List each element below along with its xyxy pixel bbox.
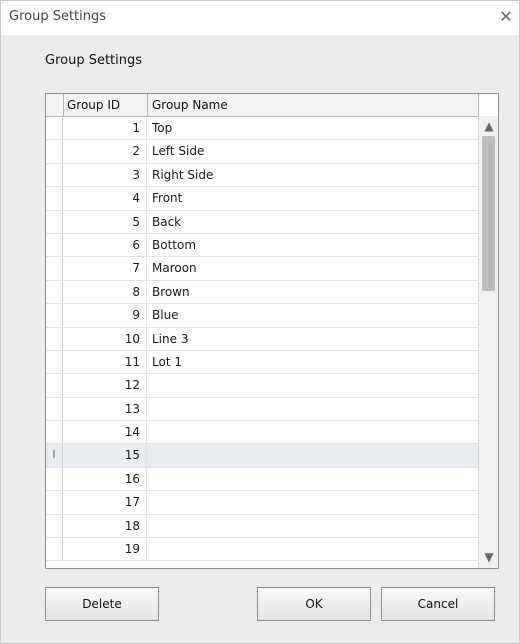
table-row[interactable]: 3 Right Side [46,163,478,188]
grid-rows: 1 Top 2 Left Side 3 Right Side 4 Front 5 Back 6 Bot… [46,117,478,562]
arrow-up-icon[interactable]: ▲ [482,119,496,133]
cell-group-name[interactable] [148,421,478,443]
table-row[interactable]: 7 Maroon [46,257,478,281]
row-header[interactable] [46,163,63,187]
table-row[interactable]: 18 [46,514,478,539]
cell-group-name[interactable] [148,444,478,466]
cell-group-id[interactable]: 4 [63,187,147,210]
row-header[interactable] [46,397,63,421]
cell-group-id[interactable]: 10 [63,327,147,350]
table-row[interactable]: 10 Line 3 [46,327,478,351]
cell-group-id[interactable]: 19 [63,538,147,561]
row-header[interactable] [46,350,63,374]
cell-group-name[interactable] [148,468,478,490]
cell-group-name[interactable]: Maroon [148,257,478,279]
cell-group-name[interactable]: Front [148,187,478,209]
cell-group-id[interactable]: 12 [63,374,147,397]
column-header-group-name[interactable]: Group Name [148,94,478,116]
table-row[interactable]: 14 [46,421,478,445]
row-header[interactable] [46,491,63,514]
section-label: Group Settings [45,53,143,68]
row-header[interactable] [46,514,63,538]
cell-group-id[interactable]: 13 [63,397,147,421]
row-header[interactable] [46,210,63,233]
cell-group-id[interactable]: 7 [63,257,147,280]
table-row[interactable]: 8 Brown [46,280,478,305]
vertical-scrollbar[interactable]: ▲ ▼ [478,116,498,568]
header-separator [478,94,479,116]
table-row[interactable]: I 15 [46,444,478,468]
table-row[interactable]: 5 Back [46,210,478,234]
row-header[interactable]: I [46,444,63,467]
group-grid[interactable]: Group ID Group Name 1 Top 2 Left Side 3 Right… [45,93,499,569]
cell-group-id[interactable]: 11 [63,350,147,374]
ok-button[interactable]: OK [257,587,371,621]
row-header[interactable] [46,140,63,163]
cell-group-id[interactable]: 3 [63,163,147,187]
cell-group-name[interactable] [148,515,478,537]
cell-group-name[interactable]: Top [148,117,478,139]
row-header[interactable] [46,257,63,280]
cell-group-name[interactable] [148,491,478,513]
cell-group-name[interactable]: Left Side [148,140,478,162]
table-row[interactable]: 16 [46,467,478,492]
cell-group-id[interactable]: 14 [63,421,147,444]
column-header-group-id[interactable]: Group ID [63,94,147,116]
scrollbar-thumb[interactable] [482,136,495,291]
row-header[interactable] [46,187,63,210]
cell-group-name[interactable]: Bottom [148,234,478,256]
row-header[interactable] [46,421,63,444]
row-header[interactable] [46,117,63,140]
cell-group-name[interactable]: Right Side [148,164,478,186]
cell-group-name[interactable]: Brown [148,281,478,303]
row-header[interactable] [46,304,63,327]
close-icon[interactable]: ✕ [495,6,517,28]
grid-header: Group ID Group Name [46,94,480,117]
table-row[interactable]: 19 [46,538,478,562]
table-row[interactable]: 12 [46,374,478,398]
row-header[interactable] [46,233,63,257]
delete-button[interactable]: Delete [45,587,159,621]
cell-group-name[interactable]: Blue [148,304,478,326]
cell-group-id[interactable]: 5 [63,210,147,233]
cell-group-name[interactable]: Line 3 [148,328,478,350]
table-row[interactable]: 9 Blue [46,304,478,328]
cell-group-name[interactable] [148,398,478,420]
row-header[interactable] [46,374,63,397]
cell-group-id[interactable]: 17 [63,491,147,514]
table-row[interactable]: 4 Front [46,187,478,211]
cell-group-id[interactable]: 1 [63,117,147,140]
cell-group-id[interactable]: 9 [63,304,147,327]
row-header[interactable] [46,538,63,561]
arrow-down-icon[interactable]: ▼ [482,550,496,564]
table-row[interactable]: 1 Top [46,117,478,141]
row-header[interactable] [46,467,63,491]
window-title: Group Settings [9,9,107,24]
table-row[interactable]: 6 Bottom [46,233,478,258]
cell-group-name[interactable]: Lot 1 [148,351,478,373]
cell-group-id[interactable]: 8 [63,280,147,304]
cell-group-name[interactable] [148,538,478,560]
cell-group-id[interactable]: 16 [63,467,147,491]
table-row[interactable]: 13 [46,397,478,422]
table-row[interactable]: 11 Lot 1 [46,350,478,375]
title-bar: Group Settings ✕ [1,1,519,35]
cell-group-id[interactable]: 15 [63,444,147,467]
cell-group-id[interactable]: 6 [63,233,147,257]
row-header[interactable] [46,280,63,304]
cell-group-name[interactable]: Back [148,211,478,233]
table-row[interactable]: 2 Left Side [46,140,478,164]
cell-group-id[interactable]: 18 [63,514,147,538]
cancel-button[interactable]: Cancel [381,587,495,621]
group-settings-dialog: Group Settings ✕ Group Settings Group ID… [0,0,520,644]
table-row[interactable]: 17 [46,491,478,515]
cell-group-name[interactable] [148,374,478,396]
row-header[interactable] [46,327,63,350]
cell-group-id[interactable]: 2 [63,140,147,163]
